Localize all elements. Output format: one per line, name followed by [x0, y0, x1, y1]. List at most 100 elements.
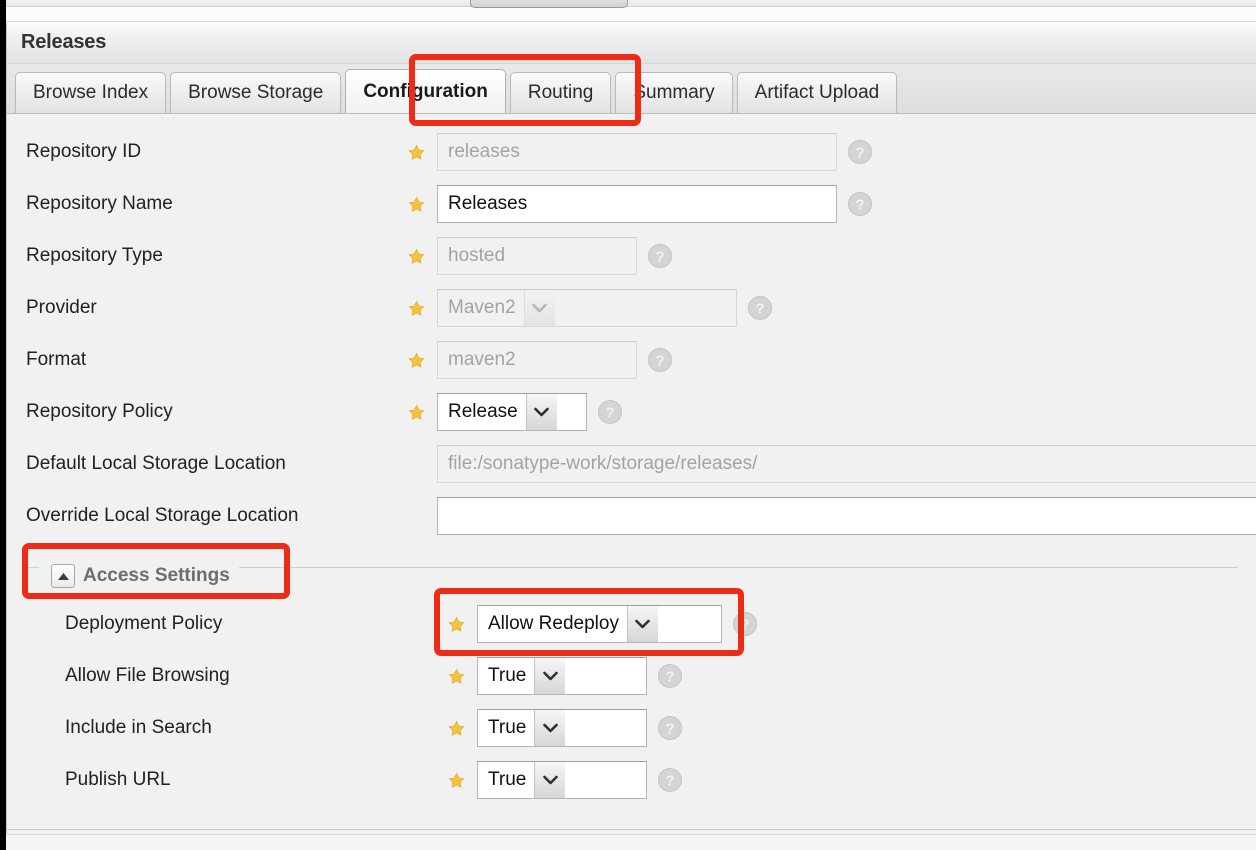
- field-row-include-in-search: Include in Search True?: [25, 702, 1238, 754]
- select-allow-file-browsing[interactable]: True: [477, 657, 647, 695]
- chevron-down-icon[interactable]: [525, 394, 557, 430]
- field-label-provider: Provider: [26, 297, 97, 318]
- field-control-override-local-storage-location: [437, 497, 1256, 535]
- access-settings-legend[interactable]: Access Settings: [39, 564, 239, 588]
- screen-root: Releases Browse Index Browse Storage Confi…: [0, 0, 1256, 850]
- field-row-default-local-storage-location: Default Local Storage Location: [7, 438, 1256, 490]
- field-row-deployment-policy: Deployment Policy Allow Redeploy?: [25, 598, 1238, 650]
- select-value-deployment-policy: Allow Redeploy: [488, 613, 619, 634]
- chevron-down-icon[interactable]: [626, 606, 658, 642]
- clipped-toolbar-button[interactable]: [470, 0, 628, 8]
- help-question-icon[interactable]: ?: [647, 347, 673, 373]
- tab-summary[interactable]: Summary: [615, 72, 733, 113]
- field-control-repository-name: ?: [437, 185, 873, 223]
- help-question-icon[interactable]: ?: [597, 399, 623, 425]
- field-control-include-in-search: True?: [477, 709, 683, 747]
- svg-text:?: ?: [755, 300, 764, 317]
- svg-text:?: ?: [655, 248, 664, 265]
- field-row-override-local-storage-location: Override Local Storage Location: [7, 490, 1256, 542]
- configuration-form: Repository ID?Repository Name?Repository…: [7, 114, 1256, 830]
- input-format: [437, 341, 637, 379]
- help-question-icon[interactable]: ?: [647, 243, 673, 269]
- field-label-repository-id: Repository ID: [26, 141, 142, 162]
- field-row-publish-url: Publish URL True?: [25, 754, 1238, 806]
- chevron-down-icon[interactable]: [534, 658, 566, 694]
- page-title: Releases: [7, 22, 1256, 64]
- field-label-override-local-storage-location: Override Local Storage Location: [26, 505, 299, 526]
- field-row-format: Format?: [7, 334, 1256, 386]
- svg-text:?: ?: [605, 404, 614, 421]
- field-control-publish-url: True?: [477, 761, 683, 799]
- access-settings-field-list: Deployment Policy Allow Redeploy? Allow Fi…: [25, 588, 1238, 806]
- help-question-icon[interactable]: ?: [747, 295, 773, 321]
- field-control-repository-policy: Release?: [437, 393, 623, 431]
- star-icon: [408, 352, 425, 369]
- field-control-allow-file-browsing: True?: [477, 657, 683, 695]
- tab-browse-storage[interactable]: Browse Storage: [170, 72, 342, 113]
- tab-artifact-upload[interactable]: Artifact Upload: [736, 72, 898, 113]
- select-publish-url[interactable]: True: [477, 761, 647, 799]
- field-label-repository-name: Repository Name: [26, 193, 173, 214]
- input-default-local-storage-location: [437, 445, 1256, 483]
- star-icon: [448, 720, 465, 737]
- left-gutter: [0, 0, 6, 850]
- toolbar-bar-lower: [0, 9, 1256, 22]
- field-label-repository-policy: Repository Policy: [26, 401, 173, 422]
- svg-text:?: ?: [665, 668, 674, 685]
- help-question-icon[interactable]: ?: [657, 767, 683, 793]
- select-value-allow-file-browsing: True: [488, 665, 527, 686]
- field-label-deployment-policy: Deployment Policy: [65, 613, 223, 634]
- select-provider: Maven2: [437, 289, 737, 327]
- access-settings-title: Access Settings: [83, 565, 230, 586]
- star-icon: [448, 616, 465, 633]
- field-row-repository-id: Repository ID?: [7, 126, 1256, 178]
- svg-text:?: ?: [855, 144, 864, 161]
- top-toolbar-strip: [0, 0, 1256, 22]
- input-repository-type: [437, 237, 637, 275]
- select-deployment-policy[interactable]: Allow Redeploy: [477, 605, 722, 643]
- help-question-icon[interactable]: ?: [847, 139, 873, 165]
- help-question-icon[interactable]: ?: [732, 611, 758, 637]
- input-repository-name[interactable]: [437, 185, 837, 223]
- input-override-local-storage-location[interactable]: [437, 497, 1256, 535]
- triangle-up-icon[interactable]: [51, 564, 75, 588]
- tab-routing[interactable]: Routing: [509, 72, 612, 113]
- field-label-repository-type: Repository Type: [26, 245, 163, 266]
- top-field-list: Repository ID?Repository Name?Repository…: [7, 126, 1256, 542]
- input-repository-id: [437, 133, 837, 171]
- field-control-repository-id: ?: [437, 133, 873, 171]
- field-control-repository-type: ?: [437, 237, 673, 275]
- tab-bar: Browse Index Browse Storage Configuration R…: [7, 64, 1256, 114]
- help-question-icon[interactable]: ?: [847, 191, 873, 217]
- chevron-down-icon: [523, 290, 555, 326]
- star-icon: [408, 248, 425, 265]
- svg-text:?: ?: [740, 616, 749, 633]
- field-row-repository-type: Repository Type?: [7, 230, 1256, 282]
- field-row-repository-policy: Repository Policy Release?: [7, 386, 1256, 438]
- star-icon: [448, 772, 465, 789]
- panel-bottom-strip: [6, 834, 1256, 850]
- field-row-allow-file-browsing: Allow File Browsing True?: [25, 650, 1238, 702]
- select-value-include-in-search: True: [488, 717, 527, 738]
- repository-config-panel: Releases Browse Index Browse Storage Confi…: [6, 22, 1256, 834]
- access-settings-fieldset: Access Settings Deployment Policy Allow R…: [25, 548, 1238, 806]
- svg-text:?: ?: [655, 352, 664, 369]
- tab-browse-index[interactable]: Browse Index: [15, 72, 167, 113]
- star-icon: [408, 196, 425, 213]
- select-include-in-search[interactable]: True: [477, 709, 647, 747]
- star-icon: [408, 300, 425, 317]
- chevron-down-icon[interactable]: [534, 762, 566, 798]
- select-value-provider: Maven2: [448, 297, 516, 318]
- field-control-deployment-policy: Allow Redeploy?: [477, 605, 758, 643]
- star-icon: [408, 404, 425, 421]
- field-row-repository-name: Repository Name?: [7, 178, 1256, 230]
- star-icon: [408, 144, 425, 161]
- help-question-icon[interactable]: ?: [657, 663, 683, 689]
- select-value-repository-policy: Release: [448, 401, 518, 422]
- tab-configuration[interactable]: Configuration: [345, 69, 506, 113]
- svg-text:?: ?: [665, 720, 674, 737]
- chevron-down-icon[interactable]: [534, 710, 566, 746]
- help-question-icon[interactable]: ?: [657, 715, 683, 741]
- toolbar-bar-upper: [0, 0, 1256, 7]
- select-repository-policy[interactable]: Release: [437, 393, 587, 431]
